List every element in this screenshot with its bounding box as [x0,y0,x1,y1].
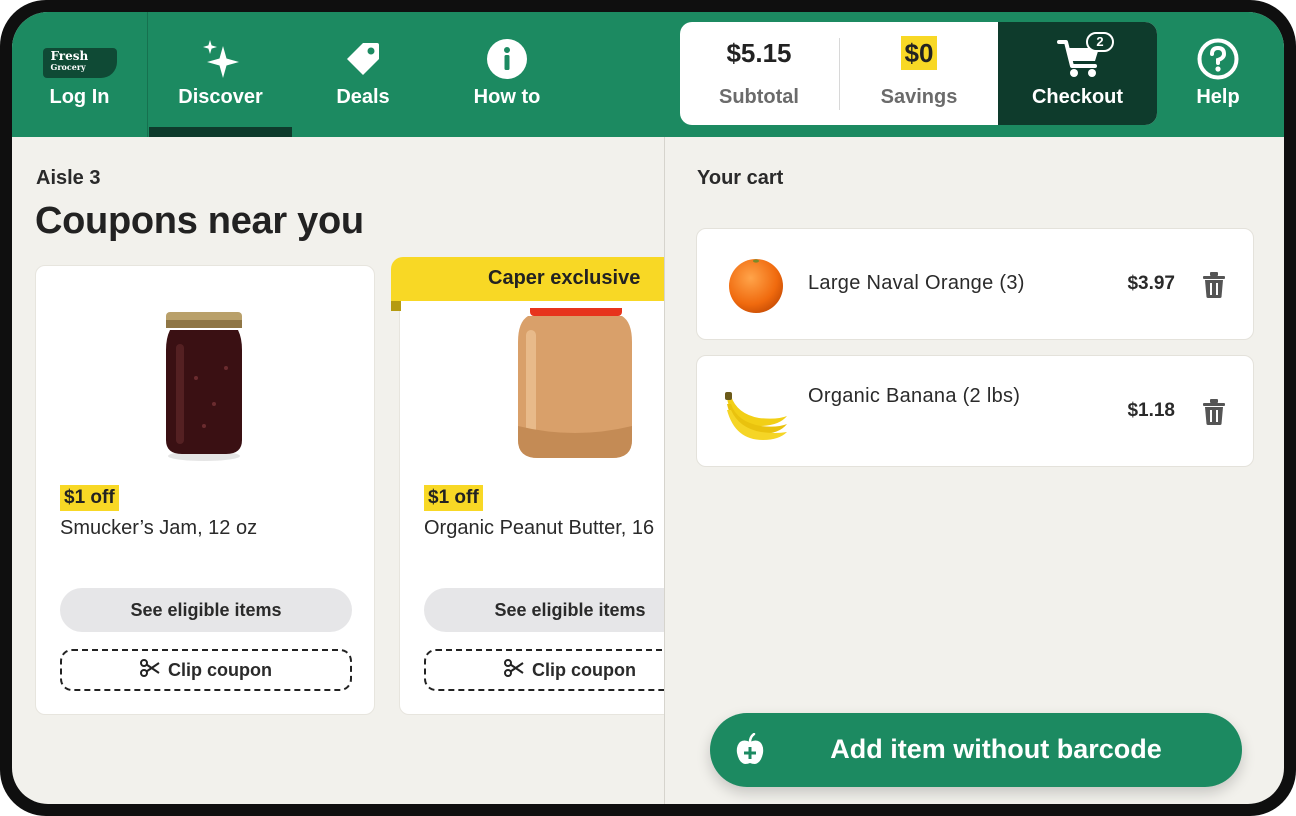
login-button[interactable]: Fresh Grocery Log In [12,12,148,137]
trash-icon[interactable] [1201,271,1227,299]
scissors-icon [504,658,524,682]
exclusive-ribbon: Caper exclusive [391,257,664,301]
savings-value: $0 [900,36,938,70]
cart-panel: Your cart Large Naval Orange (3) $3.97 O… [664,137,1284,804]
cart-item: Large Naval Orange (3) $3.97 [696,228,1254,340]
discount-badge: $1 off [424,485,483,511]
login-label: Log In [49,86,110,108]
logo-text-line1: Fresh [50,49,89,63]
jam-jar-image [36,308,374,468]
savings-label: Savings [880,86,958,108]
clip-coupon-button[interactable]: Clip coupon [424,649,664,691]
cart-item-price: $1.18 [1127,400,1175,421]
cart-item-name: Organic Banana (2 lbs) [808,385,1021,407]
add-item-label: Add item without barcode [830,734,1162,764]
nav-discover[interactable]: Discover [149,12,292,137]
help-label: Help [1196,86,1240,108]
app-screen: Fresh Grocery Log In Discover Deals How … [12,12,1284,804]
ribbon-fold [391,301,401,311]
info-icon [486,38,528,80]
active-tab-indicator [149,127,292,137]
logo-text-line2: Grocery [50,62,86,72]
see-eligible-items-button[interactable]: See eligible items [424,588,664,632]
shopping-cart-icon: 2 [1056,32,1114,80]
product-name: Organic Peanut Butter, 16 [424,517,655,539]
savings-summary: $0 Savings [840,22,998,125]
clip-coupon-button[interactable]: Clip coupon [60,649,352,691]
cart-item: Organic Banana (2 lbs) $1.18 [696,355,1254,467]
cart-summary: $5.15 Subtotal $0 Savings 2 Checkout [680,22,1157,125]
sparkle-icon [199,38,243,80]
add-item-without-barcode-button[interactable]: Add item without barcode [710,713,1242,787]
trash-icon[interactable] [1201,398,1227,426]
top-nav-bar: Fresh Grocery Log In Discover Deals How … [12,12,1284,137]
deals-label: Deals [336,86,390,108]
coupon-card: $1 off Smucker’s Jam, 12 oz See eligible… [35,265,375,715]
question-icon [1197,38,1239,80]
subtotal-value: $5.15 [726,38,792,68]
clip-coupon-label: Clip coupon [532,659,636,680]
aisle-label: Aisle 3 [36,167,101,189]
peanut-butter-jar-image [400,294,664,468]
subtotal-summary: $5.15 Subtotal [680,22,838,125]
scissors-icon [140,658,160,682]
orange-image [721,251,791,319]
page-title: Coupons near you [35,200,364,242]
coupon-card: $1 off Organic Peanut Butter, 16 See eli… [399,265,664,715]
bananas-image [721,378,791,446]
nav-how-to[interactable]: How to [436,12,578,137]
nav-deals[interactable]: Deals [292,12,434,137]
cart-item-name: Large Naval Orange (3) [808,272,1025,294]
coupons-panel: Aisle 3 Coupons near you $1 off Smucker’… [12,137,664,804]
discount-badge: $1 off [60,485,119,511]
how-to-label: How to [473,86,541,108]
help-button[interactable]: Help [1152,12,1284,137]
discover-label: Discover [178,86,263,108]
see-eligible-items-button[interactable]: See eligible items [60,588,352,632]
subtotal-label: Subtotal [719,86,799,108]
tablet-frame: Fresh Grocery Log In Discover Deals How … [0,0,1296,816]
tag-icon [343,38,383,80]
store-logo: Fresh Grocery [42,42,117,84]
checkout-label: Checkout [1031,86,1124,108]
cart-title: Your cart [697,167,784,189]
clip-coupon-label: Clip coupon [168,659,272,680]
cart-count-badge: 2 [1086,32,1114,52]
product-name: Smucker’s Jam, 12 oz [60,517,258,539]
cart-item-price: $3.97 [1127,273,1175,294]
checkout-button[interactable]: 2 Checkout [998,22,1157,125]
